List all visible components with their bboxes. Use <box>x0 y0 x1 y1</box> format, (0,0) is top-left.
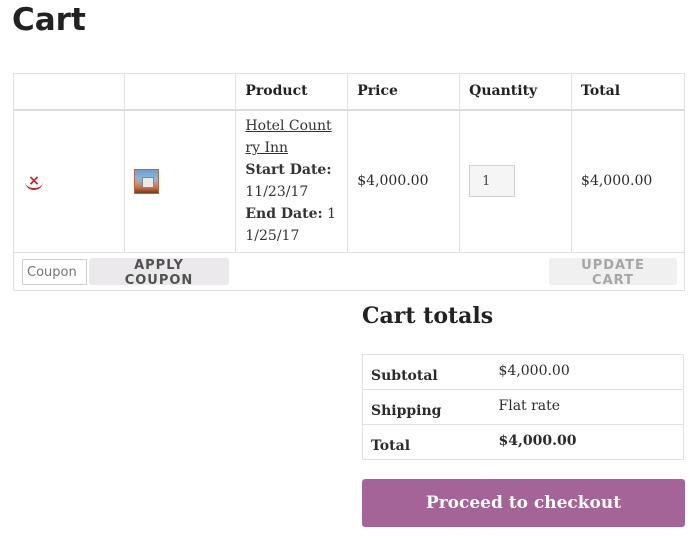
start-date-label: Start Date: <box>245 162 332 179</box>
start-date-value: 11/23/17 <box>245 184 309 201</box>
header-thumbnail <box>123 73 237 111</box>
header-total: Total <box>571 73 685 111</box>
subtotal-row: Subtotal $4,000.00 <box>362 354 684 390</box>
cart-table-header: Product Price Quantity Total <box>13 73 685 111</box>
header-remove <box>13 73 125 111</box>
product-cell: Hotel Country Inn Start Date: 11/23/17 E… <box>235 109 349 253</box>
subtotal-label: Subtotal <box>362 354 491 390</box>
total-label: Total <box>362 424 491 460</box>
cart-totals-title: Cart totals <box>362 303 494 329</box>
hotel-image-icon[interactable] <box>133 168 159 194</box>
header-price: Price <box>347 73 461 111</box>
shipping-row: Shipping Flat rate <box>362 389 684 425</box>
cart-totals-table: Subtotal $4,000.00 Shipping Flat rate To… <box>362 354 684 460</box>
cart-actions-row: APPLY COUPON UPDATE CART <box>13 252 685 291</box>
proceed-to-checkout-button[interactable]: Proceed to checkout <box>362 479 685 527</box>
cart-actions: APPLY COUPON UPDATE CART <box>13 252 685 291</box>
coupon-input[interactable] <box>22 259 87 285</box>
subtotal-value: $4,000.00 <box>490 354 684 390</box>
update-cart-button[interactable]: UPDATE CART <box>549 258 677 288</box>
start-date: Start Date: 11/23/17 <box>245 159 338 203</box>
page-title: Cart <box>12 2 86 38</box>
table-row: × Hotel Country Inn Start Date: 11/23/17… <box>13 109 685 253</box>
shipping-label: Shipping <box>362 389 491 425</box>
quantity-cell <box>459 109 573 253</box>
header-product: Product <box>235 73 349 111</box>
quantity-input[interactable] <box>469 165 516 198</box>
end-date: End Date: 11/25/17 <box>245 203 338 247</box>
thumbnail-cell <box>123 109 237 253</box>
header-quantity: Quantity <box>459 73 573 111</box>
remove-cell: × <box>13 109 125 253</box>
total-row: Total $4,000.00 <box>362 424 684 460</box>
total-amount: $4,000.00 <box>498 433 577 449</box>
remove-item-icon[interactable]: × <box>25 174 43 190</box>
shipping-value: Flat rate <box>490 389 684 425</box>
price-cell: $4,000.00 <box>347 109 461 253</box>
product-link[interactable]: Hotel Country Inn <box>245 118 331 156</box>
apply-coupon-button[interactable]: APPLY COUPON <box>89 258 229 288</box>
total-value: $4,000.00 <box>490 424 684 460</box>
cart-table: Product Price Quantity Total × Hotel Cou… <box>13 73 685 291</box>
total-cell: $4,000.00 <box>571 109 685 253</box>
end-date-label: End Date: <box>245 206 323 223</box>
